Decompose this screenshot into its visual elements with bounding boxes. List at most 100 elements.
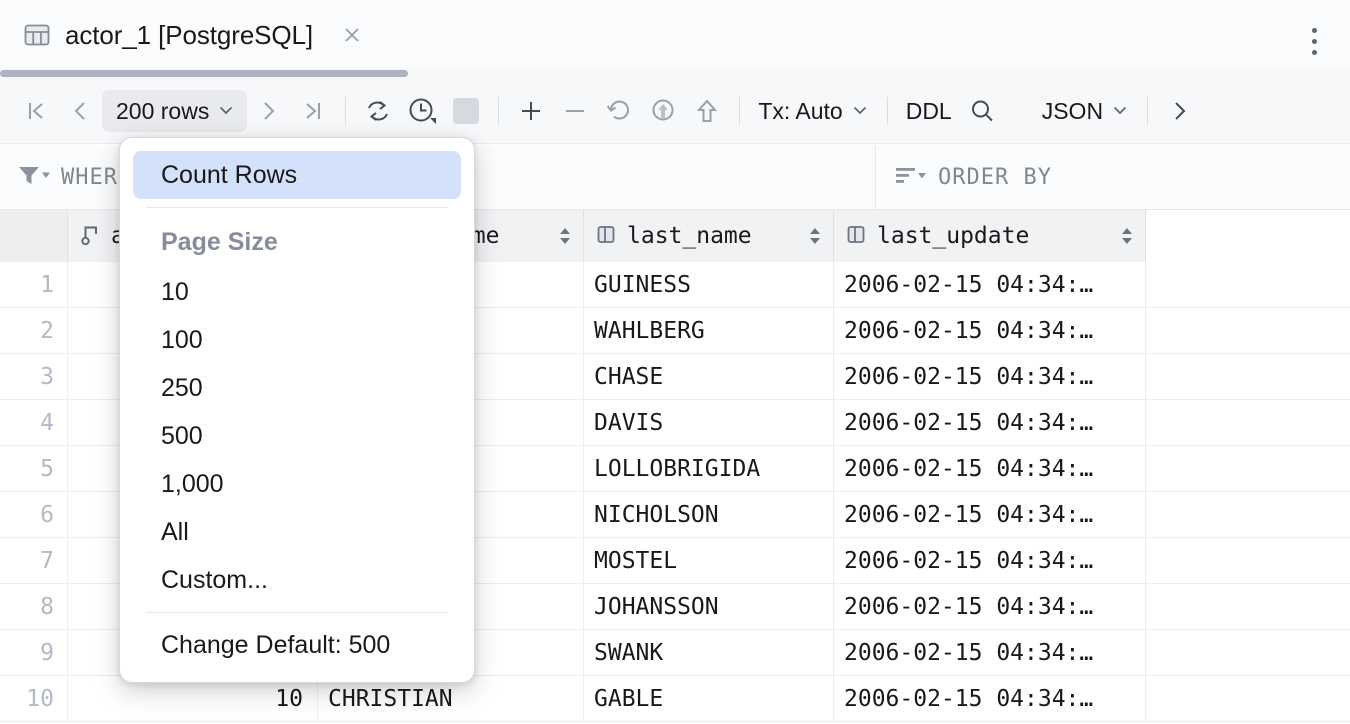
row-number-header [0, 210, 68, 262]
stop-square-icon[interactable] [444, 89, 488, 133]
toolbar-divider-2 [498, 97, 499, 125]
revert-changes-icon[interactable] [597, 89, 641, 133]
row-filler [1146, 400, 1350, 445]
menu-item-label: 250 [161, 374, 203, 403]
menu-item-label: Count Rows [161, 161, 297, 190]
menu-divider [146, 207, 448, 208]
sort-icon[interactable] [894, 163, 928, 192]
view-as-label: JSON [1042, 98, 1103, 125]
row-filler [1146, 538, 1350, 583]
submit-and-commit-icon[interactable] [641, 89, 685, 133]
menu-item-page-size-all[interactable]: All [120, 508, 474, 556]
table-cell[interactable]: NICHOLSON [584, 492, 834, 537]
column-header-label: last_name [627, 223, 752, 249]
table-cell[interactable]: GUINESS [584, 262, 834, 307]
search-icon[interactable] [960, 89, 1004, 133]
grid-toolbar: 200 rows [0, 79, 1350, 144]
column-header-last-update[interactable]: last_update [834, 210, 1146, 262]
table-cell[interactable]: WAHLBERG [584, 308, 834, 353]
delete-row-icon[interactable] [553, 89, 597, 133]
table-cell[interactable]: 2006-02-15 04:34:… [834, 308, 1146, 353]
row-number-cell[interactable]: 4 [0, 400, 68, 445]
view-as-button[interactable]: JSON [1034, 89, 1137, 133]
row-number-cell[interactable]: 3 [0, 354, 68, 399]
table-cell[interactable]: 2006-02-15 04:34:… [834, 630, 1146, 675]
table-cell[interactable]: GABLE [584, 676, 834, 721]
row-number-cell[interactable]: 9 [0, 630, 68, 675]
menu-item-count-rows[interactable]: Count Rows [133, 151, 461, 199]
menu-group-page-size: Page Size [120, 216, 474, 268]
tab-title: actor_1 [PostgreSQL] [65, 20, 313, 51]
ddl-button[interactable]: DDL [898, 89, 960, 133]
row-filler [1146, 492, 1350, 537]
menu-divider-2 [146, 612, 448, 613]
column-header-last-name[interactable]: last_name [584, 210, 834, 262]
table-cell[interactable]: CHASE [584, 354, 834, 399]
add-row-icon[interactable] [509, 89, 553, 133]
table-cell[interactable]: 2006-02-15 04:34:… [834, 584, 1146, 629]
table-cell[interactable]: 2006-02-15 04:34:… [834, 492, 1146, 537]
ddl-label: DDL [906, 98, 952, 125]
table-cell[interactable]: JOHANSSON [584, 584, 834, 629]
menu-item-page-size-10[interactable]: 10 [120, 268, 474, 316]
toolbar-overflow-button[interactable] [1158, 89, 1202, 133]
tab-actor-1[interactable]: actor_1 [PostgreSQL] [22, 6, 371, 64]
menu-item-page-size-100[interactable]: 100 [120, 316, 474, 364]
row-filler [1146, 630, 1350, 675]
table-cell[interactable]: 2006-02-15 04:34:… [834, 354, 1146, 399]
row-number-cell[interactable]: 2 [0, 308, 68, 353]
row-filler [1146, 676, 1350, 721]
menu-item-label: All [161, 518, 189, 547]
menu-item-change-default[interactable]: Change Default: 500 [120, 621, 474, 669]
submit-changes-icon[interactable] [685, 89, 729, 133]
menu-item-label: 100 [161, 326, 203, 355]
previous-page-button[interactable] [58, 89, 102, 133]
menu-options-list: 10 100 250 500 1,000 All Custom... [120, 268, 474, 604]
clock-history-icon[interactable] [400, 89, 444, 133]
table-icon [22, 20, 52, 50]
row-number-cell[interactable]: 7 [0, 538, 68, 583]
table-cell[interactable]: 2006-02-15 04:34:… [834, 446, 1146, 491]
column-header-label: last_update [877, 223, 1029, 249]
table-cell[interactable]: SWANK [584, 630, 834, 675]
table-cell[interactable]: 2006-02-15 04:34:… [834, 400, 1146, 445]
menu-item-page-size-250[interactable]: 250 [120, 364, 474, 412]
menu-item-label: 10 [161, 278, 189, 307]
table-cell[interactable]: 2006-02-15 04:34:… [834, 262, 1146, 307]
row-number-cell[interactable]: 8 [0, 584, 68, 629]
sort-updown-icon[interactable] [557, 223, 573, 249]
page-size-button[interactable]: 200 rows [102, 90, 247, 132]
more-options-icon[interactable] [1300, 24, 1328, 58]
row-number-cell[interactable]: 10 [0, 676, 68, 721]
menu-item-page-size-1-000[interactable]: 1,000 [120, 460, 474, 508]
row-filler [1146, 446, 1350, 491]
table-cell[interactable]: MOSTEL [584, 538, 834, 583]
sort-updown-icon[interactable] [807, 223, 823, 249]
row-number-cell[interactable]: 6 [0, 492, 68, 537]
menu-item-page-size-custom[interactable]: Custom... [120, 556, 474, 604]
transaction-mode-label: Tx: Auto [758, 98, 842, 125]
chevron-down-icon [217, 98, 235, 125]
tab-bar-scrollbar[interactable] [0, 70, 408, 77]
next-page-button[interactable] [247, 89, 291, 133]
row-number-cell[interactable]: 5 [0, 446, 68, 491]
table-cell[interactable]: 2006-02-15 04:34:… [834, 538, 1146, 583]
sort-updown-icon[interactable] [1119, 223, 1135, 249]
last-page-button[interactable] [291, 89, 335, 133]
row-number-cell[interactable]: 1 [0, 262, 68, 307]
menu-item-label: 500 [161, 422, 203, 451]
page-size-dropdown-menu: Count Rows Page Size 10 100 250 500 1,000 All… [119, 137, 475, 683]
table-cell[interactable]: 2006-02-15 04:34:… [834, 676, 1146, 721]
table-cell[interactable]: LOLLOBRIGIDA [584, 446, 834, 491]
table-cell[interactable]: DAVIS [584, 400, 834, 445]
row-filler [1146, 354, 1350, 399]
first-page-button[interactable] [14, 89, 58, 133]
menu-item-page-size-500[interactable]: 500 [120, 412, 474, 460]
transaction-mode-button[interactable]: Tx: Auto [750, 89, 876, 133]
menu-item-label: 1,000 [161, 470, 224, 499]
reload-page-icon[interactable] [356, 89, 400, 133]
toolbar-divider-5 [1147, 97, 1148, 125]
close-icon[interactable] [339, 22, 365, 48]
filter-icon[interactable] [17, 163, 51, 192]
order-by-field[interactable]: ORDER BY [875, 145, 1350, 209]
